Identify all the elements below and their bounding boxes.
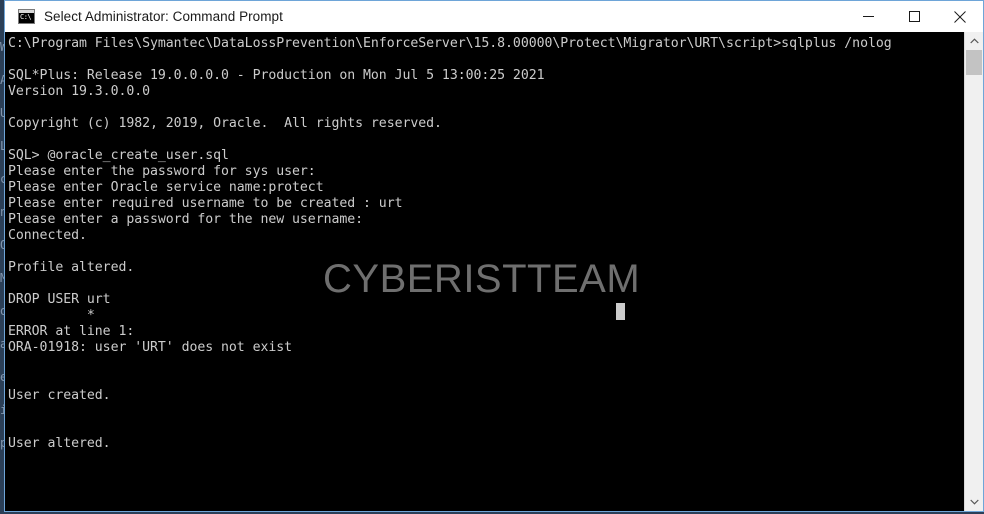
- minimize-button[interactable]: [845, 1, 891, 32]
- maximize-icon: [908, 11, 920, 22]
- console-line: Please enter the password for sys user:: [8, 164, 316, 179]
- window-title: Select Administrator: Command Prompt: [44, 9, 283, 24]
- console-line: ORA-01918: user 'URT' does not exist: [8, 340, 293, 355]
- console-line: SQL*Plus: Release 19.0.0.0.0 - Productio…: [8, 68, 545, 83]
- watermark-text: CYBERISTTEAM: [323, 257, 641, 301]
- console-line: *: [8, 308, 95, 323]
- console-line: ERROR at line 1:: [8, 324, 135, 339]
- console-line: SQL> @oracle_create_user.sql: [8, 148, 229, 163]
- console-output[interactable]: C:\Program Files\Symantec\DataLossPreven…: [5, 32, 964, 511]
- text-cursor: [616, 303, 625, 320]
- desktop-background: WAULcnOMoaeip C:\ Select Administrator: …: [0, 0, 984, 514]
- console-line: Connected.: [8, 228, 87, 243]
- console-line: User altered.: [8, 436, 111, 451]
- console-line: Please enter required username to be cre…: [8, 196, 403, 211]
- scrollbar-track[interactable]: [965, 50, 983, 493]
- command-prompt-window: C:\ Select Administrator: Command Prompt: [4, 0, 984, 512]
- console-line: Please enter a password for the new user…: [8, 212, 364, 227]
- scroll-down-button[interactable]: [965, 493, 983, 511]
- console-area: C:\Program Files\Symantec\DataLossPreven…: [5, 32, 983, 511]
- window-controls: [845, 1, 983, 32]
- minimize-icon: [862, 16, 874, 17]
- console-scrollbar[interactable]: [964, 32, 983, 511]
- console-line: User created.: [8, 388, 111, 403]
- console-line: C:\Program Files\Symantec\DataLossPreven…: [8, 36, 892, 51]
- close-icon: [954, 10, 966, 23]
- console-line: Copyright (c) 1982, 2019, Oracle. All ri…: [8, 116, 442, 131]
- scrollbar-thumb[interactable]: [966, 50, 982, 75]
- command-prompt-icon: C:\: [18, 9, 35, 24]
- scroll-up-button[interactable]: [965, 32, 983, 50]
- close-button[interactable]: [937, 1, 983, 32]
- command-prompt-icon-glyph: C:\: [20, 13, 32, 21]
- window-titlebar[interactable]: C:\ Select Administrator: Command Prompt: [5, 1, 983, 32]
- console-line: Version 19.3.0.0.0: [8, 84, 151, 99]
- chevron-down-icon: [969, 499, 979, 505]
- maximize-button[interactable]: [891, 1, 937, 32]
- console-line: Please enter Oracle service name:protect: [8, 180, 324, 195]
- chevron-up-icon: [969, 38, 979, 44]
